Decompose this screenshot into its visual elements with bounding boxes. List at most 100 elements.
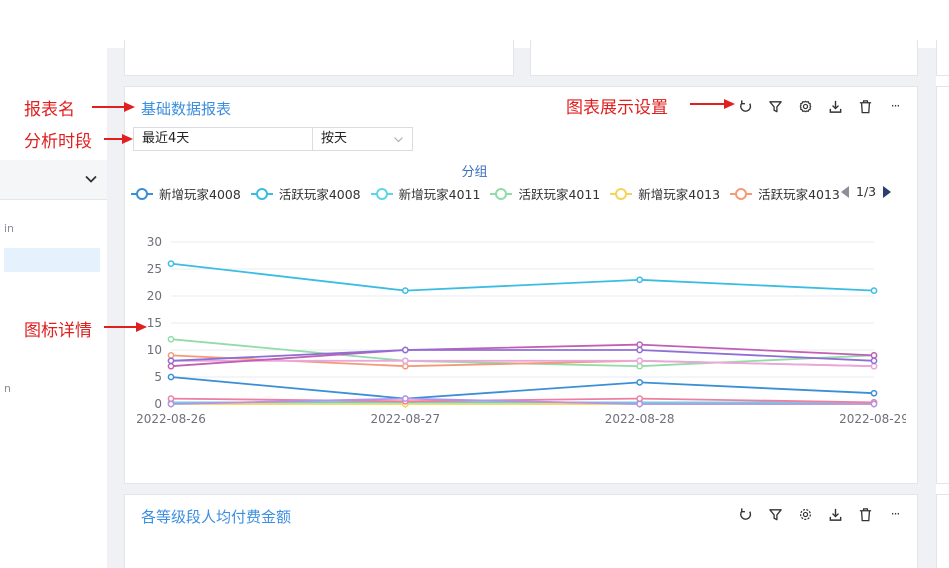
x-tick-label: 2022-08-26 — [136, 412, 206, 426]
legend-next-icon[interactable] — [882, 185, 892, 199]
data-point — [636, 362, 644, 370]
data-point — [636, 379, 644, 386]
data-point — [401, 346, 409, 354]
layout-gutter — [918, 48, 936, 568]
y-tick-label: 0 — [154, 397, 162, 411]
data-point — [636, 400, 644, 408]
filter-icon[interactable] — [760, 96, 790, 116]
delete-icon[interactable] — [850, 504, 880, 524]
x-tick-label: 2022-08-28 — [605, 412, 675, 426]
legend-label: 新增玩家4008 — [159, 187, 241, 202]
panel-right-partial — [936, 494, 949, 568]
legend-item[interactable]: 新增玩家4008 — [131, 184, 241, 203]
period-select[interactable]: 按天 — [313, 127, 413, 151]
filter-icon[interactable] — [760, 504, 790, 524]
panel-top-right — [530, 40, 918, 76]
sidebar-text-fragment: in — [4, 222, 15, 235]
panel-top-left — [124, 40, 514, 76]
data-point — [636, 276, 644, 284]
data-point — [167, 335, 175, 343]
x-tick-label: 2022-08-27 — [370, 412, 440, 426]
legend-label: 活跃玩家4008 — [278, 187, 361, 202]
legend-item[interactable]: 活跃玩家4008 — [250, 184, 361, 203]
data-point — [401, 395, 409, 402]
annotation-arrow-icon — [104, 322, 147, 332]
annotation-chart-details: 图标详情 — [24, 321, 92, 341]
layout-gap — [124, 76, 918, 86]
y-tick-label: 10 — [147, 343, 162, 357]
data-point — [870, 287, 878, 294]
data-point — [870, 352, 878, 359]
y-tick-label: 15 — [147, 316, 162, 330]
legend-item[interactable]: 新增玩家4013 — [610, 184, 720, 203]
data-point — [636, 346, 644, 354]
legend-swatch-icon — [490, 187, 513, 200]
period-select-value: 按天 — [321, 131, 348, 146]
sidebar-item-active[interactable] — [4, 248, 100, 272]
legend-swatch-icon — [131, 187, 153, 200]
data-point — [167, 400, 175, 408]
download-icon[interactable] — [820, 96, 850, 116]
panel-toolbar: ··· — [730, 96, 910, 116]
annotation-chart-display-settings: 图表展示设置 — [566, 98, 668, 118]
legend-item[interactable]: 活跃玩家4013 — [730, 184, 840, 203]
legend-swatch-icon — [610, 187, 633, 200]
annotation-analysis-period: 分析时段 — [24, 132, 92, 152]
panel-title-secondary[interactable]: 各等级段人均付费金额 — [141, 506, 291, 527]
legend-title: 分组 — [461, 165, 488, 180]
legend-label: 活跃玩家4011 — [518, 187, 601, 202]
layout-gutter — [107, 48, 124, 568]
chart-legend: 新增玩家4008 活跃玩家4008 新增玩家4011 活跃玩家4011 新增玩家4013… — [131, 184, 850, 203]
sidebar-text-fragment: n — [4, 382, 11, 395]
legend-label: 活跃玩家4013 — [758, 187, 840, 202]
annotation-arrow-icon — [104, 134, 133, 144]
legend-item[interactable]: 新增玩家4011 — [370, 184, 481, 203]
legend-item[interactable]: 活跃玩家4011 — [490, 184, 600, 203]
layout-gap — [124, 484, 918, 494]
data-point — [636, 395, 644, 402]
legend-label: 新增玩家4013 — [638, 187, 721, 202]
data-point — [167, 395, 175, 402]
data-point — [167, 260, 175, 267]
data-point — [167, 362, 175, 370]
data-point — [167, 373, 175, 381]
delete-icon[interactable] — [850, 96, 880, 116]
y-tick-label: 5 — [154, 370, 162, 384]
settings-icon[interactable] — [790, 96, 820, 116]
legend-pager: 1/3 — [840, 184, 892, 199]
date-range-input[interactable]: 最近4天 — [133, 127, 313, 151]
y-tick-label: 20 — [147, 289, 162, 303]
data-point — [636, 357, 644, 365]
data-point — [401, 362, 409, 370]
annotation-report-name: 报表名 — [24, 100, 75, 120]
series-line — [170, 376, 875, 400]
download-icon[interactable] — [820, 504, 850, 524]
refresh-icon[interactable] — [730, 504, 760, 524]
legend-swatch-icon — [370, 187, 393, 200]
data-point — [870, 357, 878, 365]
data-point — [401, 287, 409, 294]
x-tick-label: 2022-08-29 — [839, 412, 906, 426]
more-icon[interactable]: ··· — [880, 96, 910, 116]
data-point — [636, 341, 644, 348]
legend-swatch-icon — [250, 187, 273, 200]
panel-right-partial — [936, 86, 949, 484]
legend-prev-icon[interactable] — [840, 185, 850, 199]
legend-page-indicator: 1/3 — [856, 184, 877, 199]
y-tick-label: 30 — [147, 235, 162, 249]
more-icon[interactable]: ··· — [880, 504, 910, 524]
data-point — [870, 389, 878, 397]
line-chart: 0 5 10 15 20 25 30 2022-08-26 2022-08-27 2022-08-… — [136, 235, 906, 426]
annotation-arrow-icon — [92, 102, 135, 112]
settings-icon[interactable] — [790, 504, 820, 524]
chevron-down-icon — [394, 137, 403, 143]
data-point — [870, 400, 878, 408]
panel-right-partial — [936, 40, 949, 76]
legend-swatch-icon — [730, 187, 753, 200]
series-line — [170, 338, 875, 368]
data-point — [870, 362, 878, 370]
panel-title[interactable]: 基础数据报表 — [141, 98, 231, 119]
series-line — [170, 262, 875, 292]
legend-label: 新增玩家4011 — [398, 187, 481, 202]
annotation-arrow-icon — [690, 99, 735, 109]
